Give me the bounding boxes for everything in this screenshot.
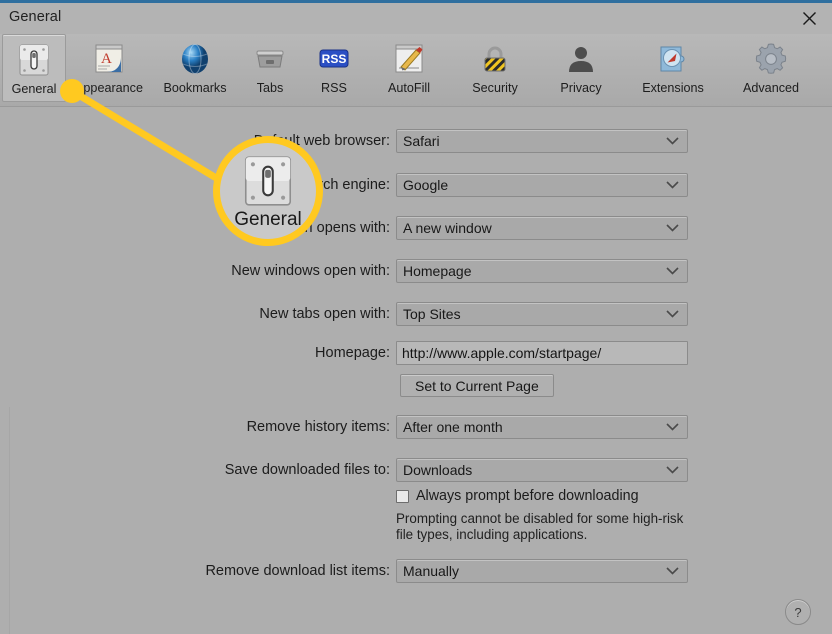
chevron-down-icon: [666, 137, 679, 145]
rss-icon: RSS: [315, 40, 353, 78]
help-button[interactable]: ?: [785, 599, 811, 625]
chevron-down-icon: [666, 181, 679, 189]
remove-downloads-label: Remove download list items:: [205, 563, 390, 579]
default-browser-label: Default web browser:: [253, 133, 390, 149]
homepage-value: http://www.apple.com/startpage/: [402, 345, 602, 361]
prompt-hint-text: Prompting cannot be disabled for some hi…: [396, 511, 684, 542]
toolbar-tab-label: General: [11, 82, 57, 96]
tabs-icon: [251, 40, 289, 78]
search-engine-label: Default search engine:: [245, 177, 390, 193]
remove-downloads-value: Manually: [403, 563, 460, 579]
toolbar-tab-advanced[interactable]: Advanced: [722, 34, 820, 102]
safari-opens-with-label: Safari opens with:: [274, 220, 390, 236]
chevron-down-icon: [666, 423, 679, 431]
light-switch-icon: [15, 41, 53, 79]
remove-downloads-select[interactable]: Manually: [396, 559, 688, 583]
toolbar-tab-label: Tabs: [256, 81, 284, 95]
padlock-icon: [476, 40, 514, 78]
new-windows-label: New windows open with:: [231, 263, 390, 279]
save-downloads-label: Save downloaded files to:: [224, 462, 390, 478]
toolbar-tab-label: AutoFill: [388, 81, 430, 95]
light-switch-icon-magnified: [241, 154, 295, 208]
chevron-down-icon: [666, 224, 679, 232]
gear-icon: [752, 40, 790, 78]
toolbar-tab-general[interactable]: General: [2, 34, 66, 102]
help-icon: ?: [794, 604, 802, 620]
chevron-down-icon: [666, 310, 679, 318]
toolbar-tab-tabs[interactable]: Tabs: [238, 34, 302, 102]
save-downloads-value: Downloads: [403, 462, 473, 478]
set-to-current-page-label: Set to Current Page: [415, 377, 539, 394]
toolbar-tab-label: Bookmarks: [163, 81, 227, 95]
callout-magnified-label: General: [234, 208, 302, 230]
toolbar-tab-extensions[interactable]: Extensions: [624, 34, 722, 102]
search-engine-select[interactable]: Google: [396, 173, 688, 197]
person-silhouette-icon: [562, 40, 600, 78]
appearance-icon: A: [90, 40, 128, 78]
remove-history-select[interactable]: After one month: [396, 415, 688, 439]
remove-history-value: After one month: [403, 419, 503, 435]
close-button[interactable]: [786, 3, 832, 34]
safari-opens-with-select[interactable]: A new window: [396, 216, 688, 240]
preferences-window: General General A Appearance Bookmarks T…: [0, 0, 832, 634]
save-downloads-select[interactable]: Downloads: [396, 458, 688, 482]
general-preferences-panel: Default web browser: Safari Default sear…: [0, 107, 832, 634]
always-prompt-checkbox[interactable]: [396, 490, 409, 503]
chevron-down-icon: [666, 567, 679, 575]
homepage-input[interactable]: http://www.apple.com/startpage/: [396, 341, 688, 365]
new-tabs-label: New tabs open with:: [259, 306, 390, 322]
autofill-pencil-icon: [390, 40, 428, 78]
puzzle-compass-icon: [654, 40, 692, 78]
homepage-label: Homepage:: [315, 345, 390, 361]
toolbar-tab-label: RSS: [321, 81, 347, 95]
toolbar-tab-security[interactable]: Security: [452, 34, 538, 102]
svg-text:A: A: [101, 51, 112, 67]
default-browser-value: Safari: [403, 133, 440, 149]
panel-divider: [9, 407, 10, 634]
title-bar: General: [0, 3, 832, 34]
toolbar-tab-label: Appearance: [75, 81, 143, 95]
close-icon: [802, 12, 816, 25]
always-prompt-row[interactable]: Always prompt before downloading: [396, 488, 639, 504]
new-windows-select[interactable]: Homepage: [396, 259, 688, 283]
preferences-toolbar: General A Appearance Bookmarks Tabs RSS …: [0, 34, 832, 107]
toolbar-tab-rss[interactable]: RSS RSS: [302, 34, 366, 102]
svg-text:RSS: RSS: [322, 52, 347, 66]
search-engine-value: Google: [403, 177, 449, 193]
toolbar-tab-bookmarks[interactable]: Bookmarks: [152, 34, 238, 102]
chevron-down-icon: [666, 267, 679, 275]
toolbar-tab-privacy[interactable]: Privacy: [538, 34, 624, 102]
safari-opens-with-value: A new window: [403, 220, 492, 236]
toolbar-tab-autofill[interactable]: AutoFill: [366, 34, 452, 102]
toolbar-tab-label: Extensions: [642, 81, 704, 95]
toolbar-tab-label: Security: [472, 81, 518, 95]
chevron-down-icon: [666, 466, 679, 474]
new-tabs-value: Top Sites: [403, 306, 461, 322]
globe-icon: [176, 40, 214, 78]
set-to-current-page-button[interactable]: Set to Current Page: [400, 374, 554, 397]
new-tabs-select[interactable]: Top Sites: [396, 302, 688, 326]
remove-history-label: Remove history items:: [246, 419, 390, 435]
new-windows-value: Homepage: [403, 263, 472, 279]
toolbar-tab-label: Privacy: [560, 81, 602, 95]
toolbar-tab-label: Advanced: [742, 81, 799, 95]
window-title: General: [9, 9, 62, 25]
toolbar-tab-list: General A Appearance Bookmarks Tabs RSS …: [2, 34, 820, 102]
toolbar-tab-appearance[interactable]: A Appearance: [66, 34, 152, 102]
callout-magnifier: General: [213, 136, 323, 246]
always-prompt-label: Always prompt before downloading: [416, 488, 639, 504]
default-browser-select[interactable]: Safari: [396, 129, 688, 153]
